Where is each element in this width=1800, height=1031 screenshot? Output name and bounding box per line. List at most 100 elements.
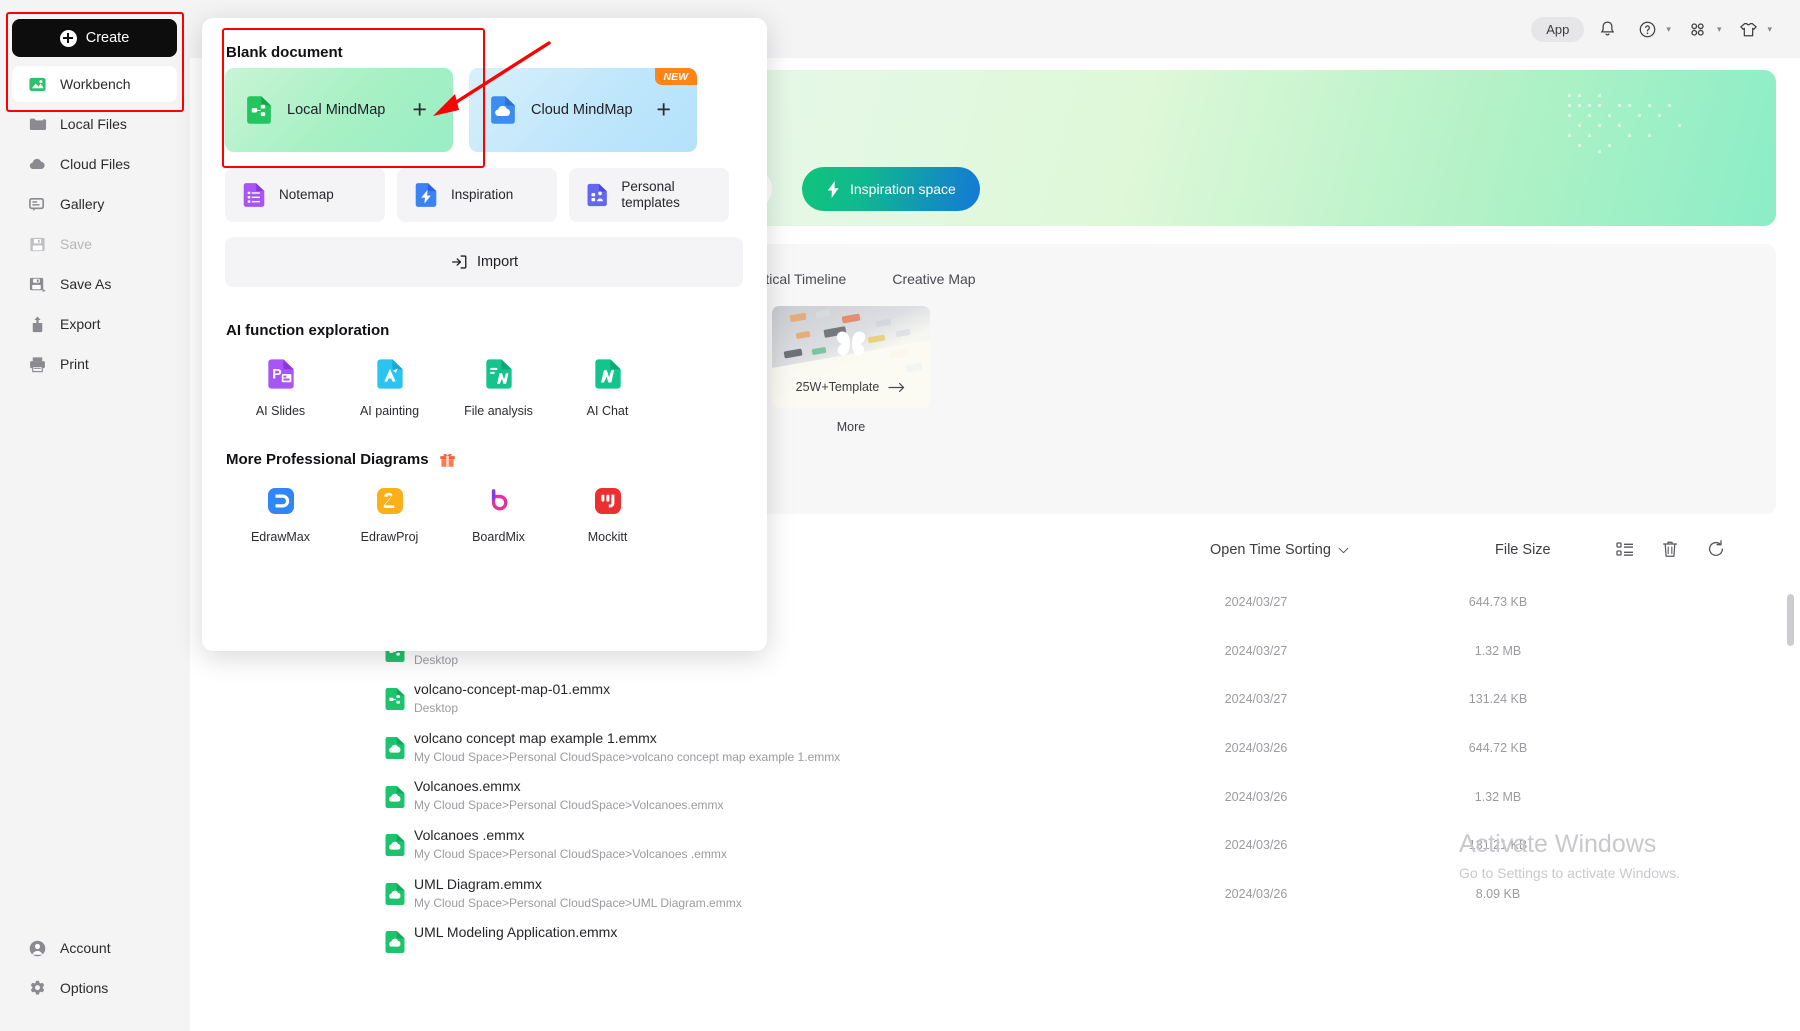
template-card-more[interactable]: 25W+Template More	[772, 306, 930, 434]
table-row[interactable]: Volcanoes .emmx My Cloud Space>Personal …	[190, 821, 1800, 870]
create-button[interactable]: Create	[12, 19, 177, 57]
sort-dropdown[interactable]: Open Time Sorting	[1210, 542, 1349, 558]
professional-diagrams-grid: EdrawMax EdrawProj BoardMix Mockitt	[226, 486, 662, 546]
mockitt-item[interactable]: Mockitt	[553, 486, 662, 546]
file-name: Volcanoes.emmx	[414, 778, 521, 795]
app-button[interactable]: App	[1531, 16, 1585, 42]
file-path: Desktop	[414, 701, 459, 716]
file-date: 2024/03/26	[1224, 886, 1288, 901]
sidebar-item-label: Print	[60, 356, 89, 372]
sidebar-item-options[interactable]: Options	[12, 970, 177, 1006]
professional-diagrams-heading: More Professional Diagrams	[226, 450, 457, 469]
ai-slides-item[interactable]: P AI Slides	[226, 358, 335, 420]
mockitt-icon	[553, 486, 662, 516]
file-size: 131.24 KB	[1468, 692, 1528, 707]
ai-painting-label: AI painting	[359, 404, 420, 418]
boardmix-label: BoardMix	[472, 530, 525, 544]
sidebar: Create Workbench Local Files Cloud Files	[0, 0, 190, 1031]
table-row[interactable]: volcano concept map example 1.emmx My Cl…	[190, 724, 1800, 773]
shirt-icon[interactable]	[1731, 14, 1765, 44]
personal-templates-card[interactable]: Personal templates	[569, 168, 729, 222]
personal-templates-label: Personal templates	[621, 178, 680, 210]
sidebar-item-save[interactable]: Save	[12, 226, 177, 262]
cloud-mindmap-plus-icon[interactable]: +	[656, 97, 671, 123]
bell-icon[interactable]	[1590, 14, 1624, 44]
sidebar-item-label: Export	[60, 316, 101, 332]
gift-icon	[439, 453, 455, 467]
table-row[interactable]: volcano-concept-map-01.emmx Desktop 2024…	[190, 675, 1800, 724]
professional-diagrams-heading-text: More Professional Diagrams	[226, 451, 429, 468]
inspiration-space-button[interactable]: Inspiration space	[802, 167, 980, 211]
local-mindmap-card[interactable]: Local MindMap +	[225, 68, 453, 152]
refresh-icon[interactable]	[1706, 539, 1728, 561]
sidebar-item-workbench[interactable]: Workbench	[12, 66, 177, 102]
cloud-icon	[29, 158, 45, 169]
workbench-icon	[29, 77, 46, 91]
file-size: 644.72 KB	[1468, 741, 1528, 756]
file-path: Desktop	[414, 652, 459, 667]
file-name: Volcanoes .emmx	[414, 826, 525, 843]
file-name: UML Diagram.emmx	[414, 875, 542, 892]
more-templates-badge: 25W+Template	[772, 380, 930, 394]
butterfly-logo-icon	[836, 331, 866, 356]
help-circle-icon[interactable]	[1630, 14, 1664, 44]
ai-function-heading: AI function exploration	[226, 322, 390, 339]
save-as-icon	[29, 277, 46, 292]
import-button[interactable]: Import	[225, 237, 743, 287]
file-name: UML Modeling Application.emmx	[414, 924, 618, 941]
sidebar-item-gallery[interactable]: Gallery	[12, 186, 177, 222]
ai-painting-icon	[335, 358, 444, 390]
edrawproj-item[interactable]: EdrawProj	[335, 486, 444, 546]
file-date: 2024/03/26	[1224, 741, 1288, 756]
cloud-mindmap-icon	[491, 96, 515, 124]
trash-icon[interactable]	[1660, 539, 1682, 561]
ai-chat-item[interactable]: AI Chat	[553, 358, 662, 420]
sidebar-item-print[interactable]: Print	[12, 346, 177, 382]
ai-function-grid: P AI Slides AI painting File analysis AI…	[226, 358, 662, 420]
file-size: 1.32 MB	[1474, 789, 1522, 804]
cloud-mindmap-card[interactable]: Cloud MindMap + NEW	[469, 68, 697, 152]
file-analysis-label: File analysis	[464, 404, 533, 418]
inspiration-icon	[415, 183, 437, 207]
sidebar-item-save-as[interactable]: Save As	[12, 266, 177, 302]
personal-templates-icon	[587, 183, 607, 207]
sidebar-item-export[interactable]: Export	[12, 306, 177, 342]
sidebar-item-cloud-files[interactable]: Cloud Files	[12, 146, 177, 182]
table-row[interactable]: UML Modeling Application.emmx	[190, 918, 1800, 967]
file-analysis-item[interactable]: File analysis	[444, 358, 553, 420]
ai-slides-icon: P	[226, 358, 335, 390]
table-row[interactable]: UML Diagram.emmx My Cloud Space>Personal…	[190, 870, 1800, 919]
boardmix-item[interactable]: BoardMix	[444, 486, 553, 546]
ai-painting-item[interactable]: AI painting	[335, 358, 444, 420]
sidebar-item-label: Gallery	[60, 196, 105, 212]
edrawmax-item[interactable]: EdrawMax	[226, 486, 335, 546]
sidebar-item-label: Account	[60, 940, 111, 956]
list-view-icon[interactable]	[1615, 539, 1637, 561]
file-path: My Cloud Space>Personal CloudSpace>UML D…	[414, 895, 742, 910]
create-button-label: Create	[85, 30, 130, 46]
notemap-card[interactable]: Notemap	[225, 168, 385, 222]
apps-dropdown-caret[interactable]: ▾	[1717, 24, 1722, 35]
gear-icon	[30, 980, 45, 994]
import-icon	[451, 255, 467, 269]
account-icon	[29, 940, 46, 956]
inspiration-card[interactable]: Inspiration	[397, 168, 557, 222]
grid-apps-icon[interactable]	[1681, 14, 1715, 44]
file-list-scrollbar-thumb[interactable]	[1787, 594, 1794, 646]
local-mindmap-plus-icon[interactable]: +	[412, 97, 427, 123]
sidebar-item-account[interactable]: Account	[12, 930, 177, 966]
tab-creative-map[interactable]: Creative Map	[869, 271, 998, 287]
gallery-icon	[29, 197, 45, 211]
inspiration-space-label: Inspiration space	[850, 181, 956, 197]
table-row[interactable]: Volcanoes.emmx My Cloud Space>Personal C…	[190, 772, 1800, 821]
theme-dropdown-caret[interactable]: ▾	[1767, 24, 1772, 35]
local-mindmap-file-icon	[385, 688, 405, 711]
cloud-mindmap-file-icon	[385, 882, 405, 905]
edrawmax-label: EdrawMax	[250, 530, 311, 544]
edrawmax-icon	[226, 486, 335, 516]
file-list-scrollbar-track[interactable]	[1787, 586, 1794, 1031]
help-dropdown-caret[interactable]: ▾	[1666, 24, 1671, 35]
save-icon	[30, 237, 45, 251]
file-analysis-icon	[444, 358, 553, 390]
sidebar-item-local-files[interactable]: Local Files	[12, 106, 177, 142]
